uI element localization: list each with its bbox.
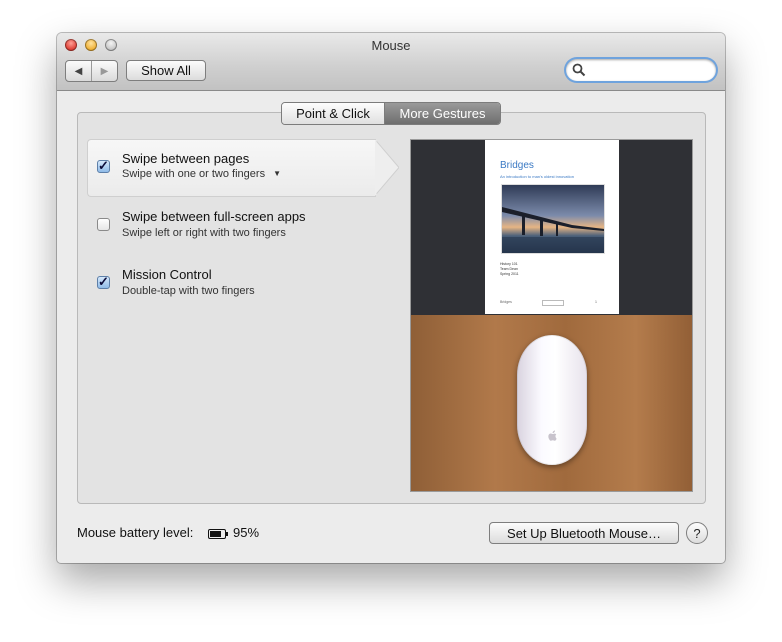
preferences-window: Mouse ◀ ▶ Show All Point & Click More Ge… <box>57 33 725 563</box>
magic-mouse-image <box>517 335 587 465</box>
battery-icon <box>208 529 228 539</box>
preview-doc-subtitle: An introduction to man's oldest innovati… <box>500 174 574 179</box>
gesture-subtitle: Swipe left or right with two fingers <box>122 227 286 239</box>
tab-point-and-click[interactable]: Point & Click <box>282 103 385 124</box>
tab-more-gestures[interactable]: More Gestures <box>385 103 500 124</box>
gesture-subtitle: Swipe with one or two fingers <box>122 168 266 180</box>
bridge-image <box>502 207 604 253</box>
preview-doc-meta: Spring 2011 <box>500 272 519 276</box>
preview-doc-meta: History 101 <box>500 262 518 266</box>
swipe-fullscreen-checkbox[interactable] <box>97 218 110 231</box>
preview-doc-title: Bridges <box>500 160 534 171</box>
preview-doc-footer-mark <box>542 300 564 306</box>
dropdown-triangle-icon: ▼ <box>273 169 282 178</box>
forward-arrow-icon[interactable]: ▶ <box>91 61 117 81</box>
gesture-preview: Bridges An introduction to man's oldest … <box>410 139 693 492</box>
preview-doc-meta: Team Dean <box>500 267 518 271</box>
mission-control-checkbox[interactable]: ✓ <box>97 274 110 289</box>
help-button[interactable]: ? <box>686 522 708 544</box>
show-all-button[interactable]: Show All <box>126 60 206 81</box>
swipe-pages-checkbox[interactable]: ✓ <box>97 158 110 173</box>
apple-logo-icon <box>548 430 557 441</box>
search-input[interactable] <box>588 62 712 80</box>
preview-screen: Bridges An introduction to man's oldest … <box>411 140 692 315</box>
tab-control: Point & Click More Gestures <box>281 102 501 125</box>
preview-doc-page-number: 1 <box>595 300 597 304</box>
search-icon <box>572 63 586 77</box>
gesture-title: Mission Control <box>122 267 212 282</box>
checkmark-icon: ✓ <box>98 158 109 173</box>
battery-fill <box>210 531 221 537</box>
gesture-title: Swipe between pages <box>122 151 250 166</box>
preview-desk-surface <box>411 315 692 491</box>
titlebar: Mouse ◀ ▶ Show All <box>57 33 725 91</box>
gesture-title: Swipe between full-screen apps <box>122 209 306 224</box>
bridge-photo <box>501 184 605 254</box>
setup-bluetooth-mouse-button[interactable]: Set Up Bluetooth Mouse… <box>489 522 679 544</box>
preview-doc-footer: Bridges <box>500 300 512 304</box>
gesture-option-popup[interactable]: Swipe with one or two fingers ▼ <box>122 168 281 180</box>
back-arrow-icon[interactable]: ◀ <box>66 61 91 81</box>
battery-level-value: 95% <box>233 525 260 540</box>
selection-arrow-icon <box>375 139 399 197</box>
search-field[interactable] <box>566 59 716 81</box>
checkmark-icon: ✓ <box>98 274 109 289</box>
back-forward-control: ◀ ▶ <box>65 60 118 82</box>
battery-level-label: Mouse battery level: <box>77 525 194 540</box>
gesture-subtitle: Double-tap with two fingers <box>122 285 255 297</box>
battery-nub <box>226 532 228 536</box>
preview-document-page: Bridges An introduction to man's oldest … <box>485 140 619 314</box>
window-title: Mouse <box>371 38 411 53</box>
